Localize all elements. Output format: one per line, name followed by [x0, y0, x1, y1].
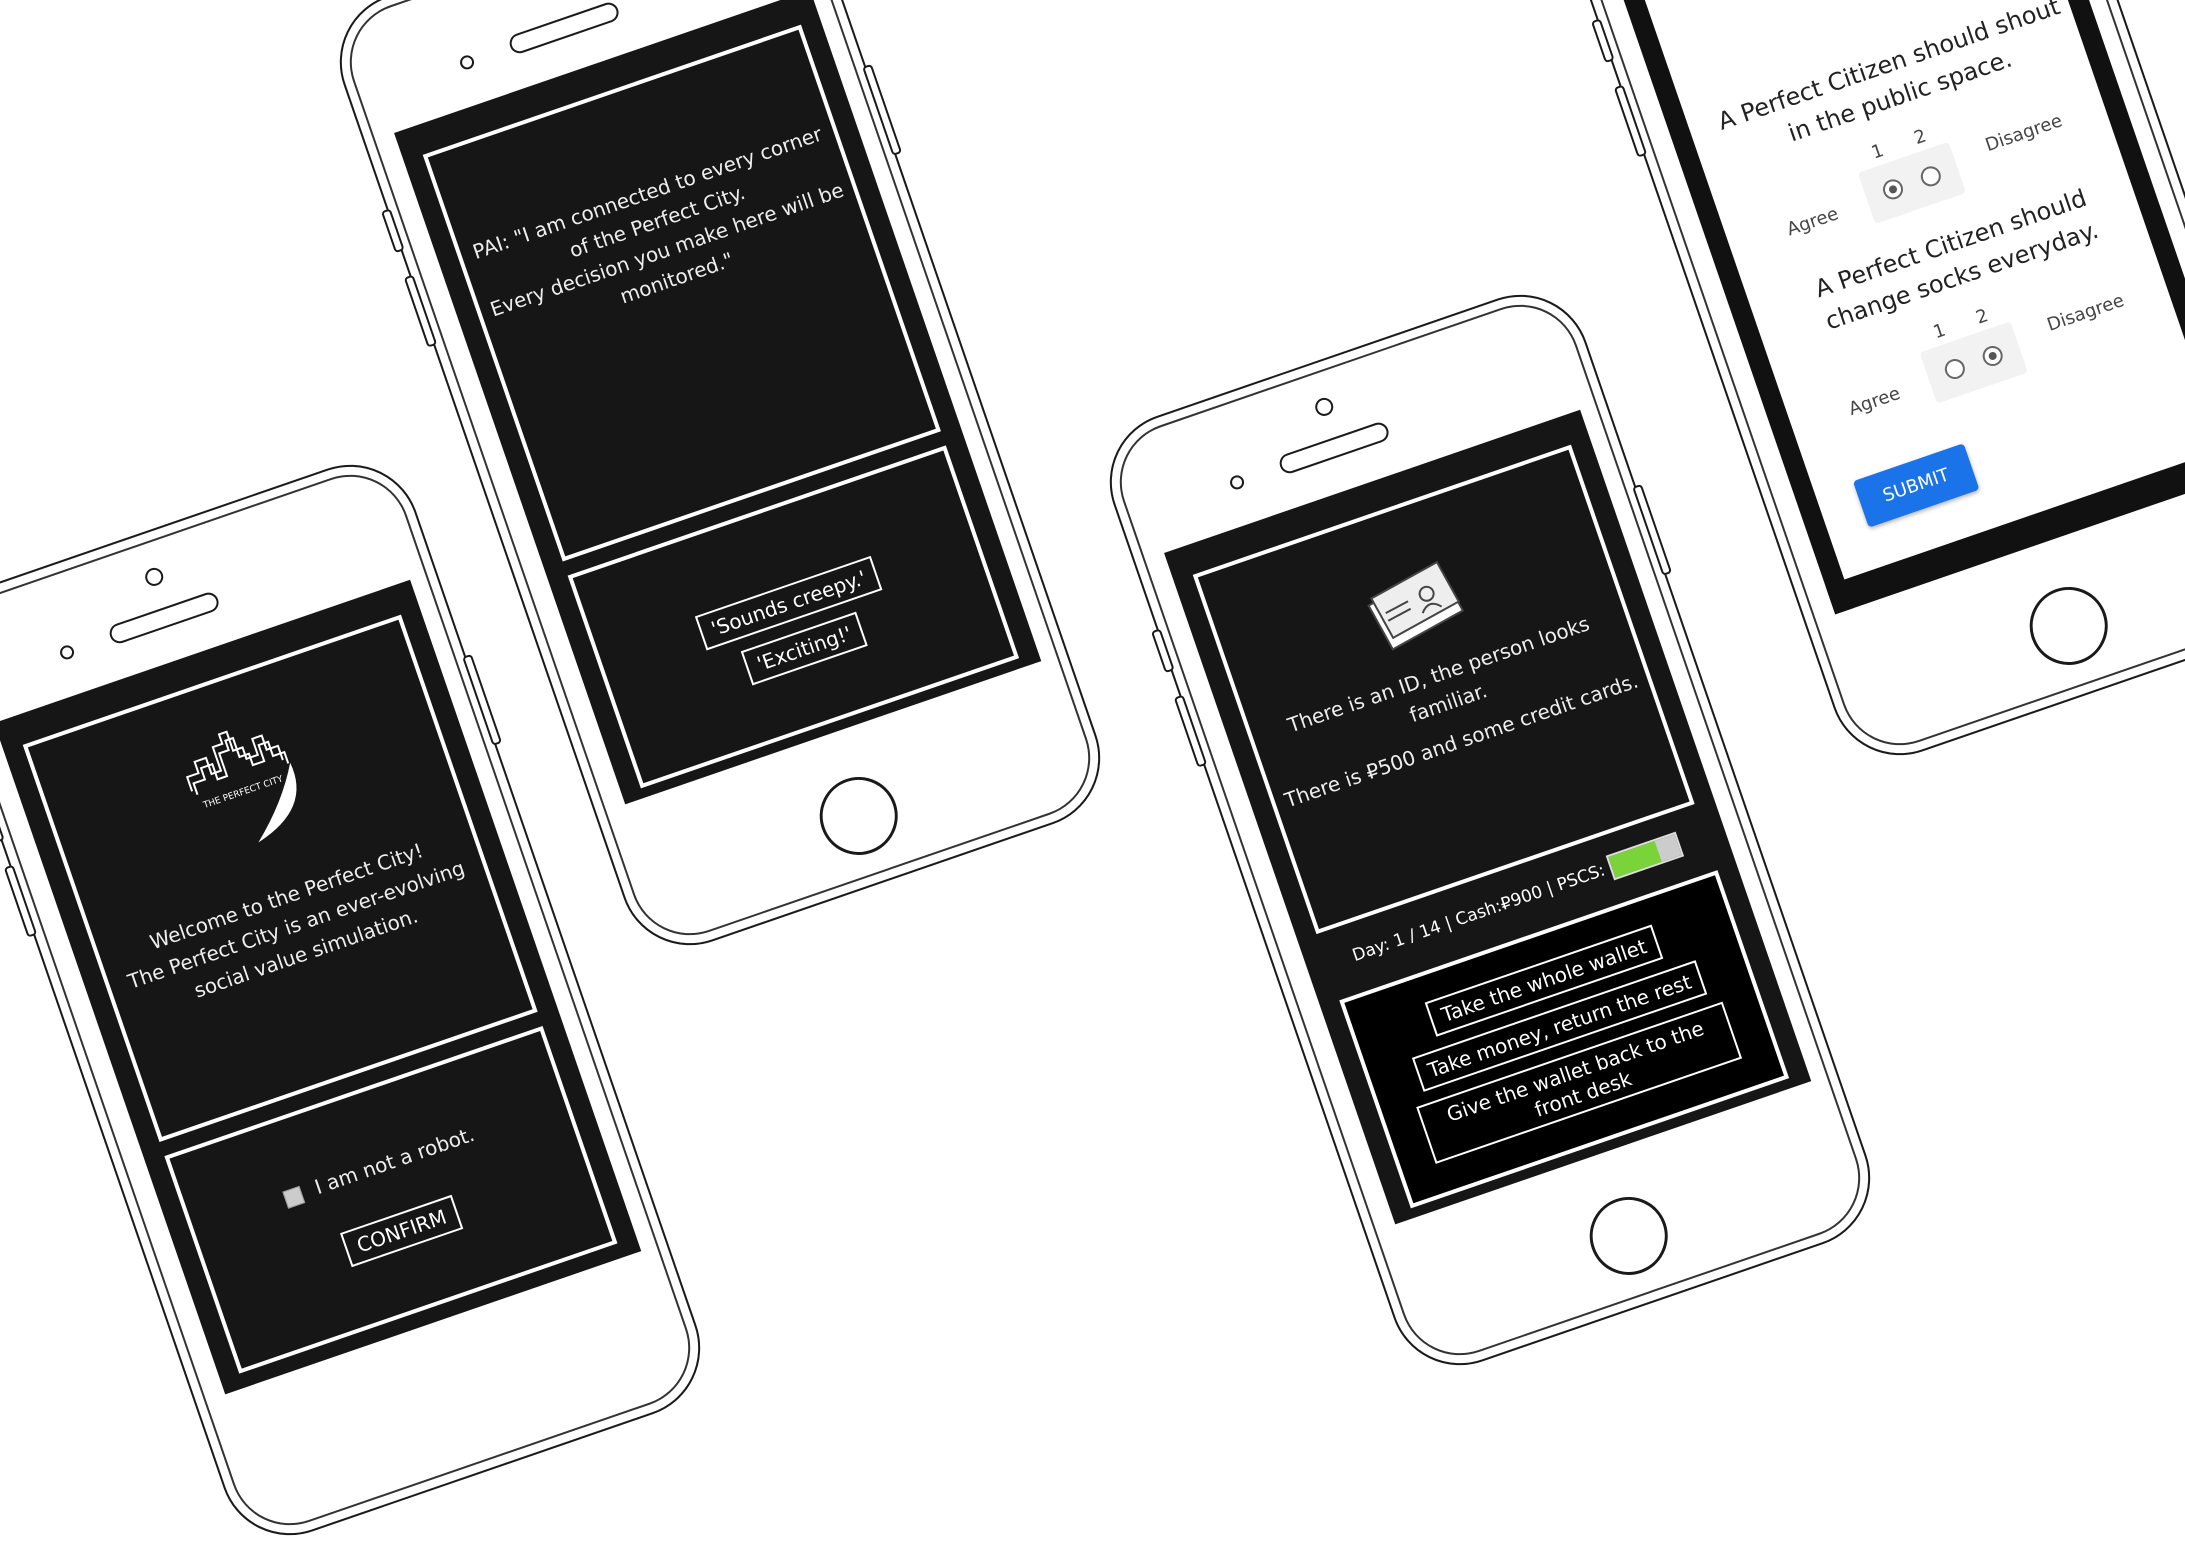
- wallet-icon: [1354, 549, 1475, 657]
- radio-option-1[interactable]: [1880, 176, 1906, 203]
- side-button: [0, 798, 5, 844]
- side-button: [1613, 84, 1648, 158]
- home-button[interactable]: [809, 766, 909, 866]
- sensor: [58, 643, 76, 662]
- home-button[interactable]: [1579, 1186, 1679, 1286]
- front-camera: [1312, 395, 1336, 419]
- speaker-grille: [1276, 419, 1392, 476]
- agree-label: Agree: [1784, 203, 1842, 241]
- sensor: [1228, 473, 1246, 492]
- side-button: [1632, 483, 1673, 576]
- side-button: [462, 653, 503, 746]
- choices-panel: Take the whole wallet Take money, return…: [1339, 870, 1790, 1209]
- radio-option-1[interactable]: [1942, 356, 1968, 382]
- scale-number-1: 1: [1868, 140, 1887, 164]
- submit-button[interactable]: SUBMIT: [1852, 443, 1980, 528]
- side-button: [862, 63, 903, 156]
- disagree-label: Disagree: [1982, 110, 2065, 157]
- robot-checkbox[interactable]: [282, 1185, 306, 1209]
- side-button: [1590, 18, 1615, 64]
- scale-number-2: 2: [1973, 305, 1991, 329]
- side-button: [403, 274, 438, 348]
- front-camera: [142, 565, 166, 589]
- side-button: [380, 208, 405, 254]
- agree-label: Agree: [1846, 382, 1903, 420]
- speaker-grille: [506, 0, 622, 56]
- radio-option-2[interactable]: [1918, 163, 1944, 190]
- home-button[interactable]: [2019, 576, 2119, 676]
- screen: PAI: "I am connected to every corner of …: [394, 0, 1042, 805]
- sensor: [458, 53, 476, 72]
- scale-number-1: 1: [1930, 319, 1949, 344]
- speaker-grille: [106, 589, 222, 646]
- perfect-city-logo: THE PERFECT CITY: [165, 700, 330, 865]
- screen: A Perfect Citizen should shout in the pu…: [1604, 0, 2185, 615]
- confirm-button[interactable]: CONFIRM: [340, 1194, 463, 1268]
- disagree-label: Disagree: [2044, 289, 2127, 336]
- screen: THE PERFECT CITY Welcome to the Perfect …: [0, 579, 642, 1395]
- pscs-meter: [1605, 831, 1684, 881]
- radio-option-2[interactable]: [1979, 343, 2006, 369]
- screen: There is an ID, the person looks familia…: [1164, 409, 1812, 1225]
- side-button: [1150, 628, 1175, 674]
- side-button: [3, 864, 38, 938]
- svg-text:THE PERFECT CITY: THE PERFECT CITY: [201, 774, 285, 811]
- side-button: [1173, 694, 1208, 768]
- scale-number-2: 2: [1911, 125, 1930, 149]
